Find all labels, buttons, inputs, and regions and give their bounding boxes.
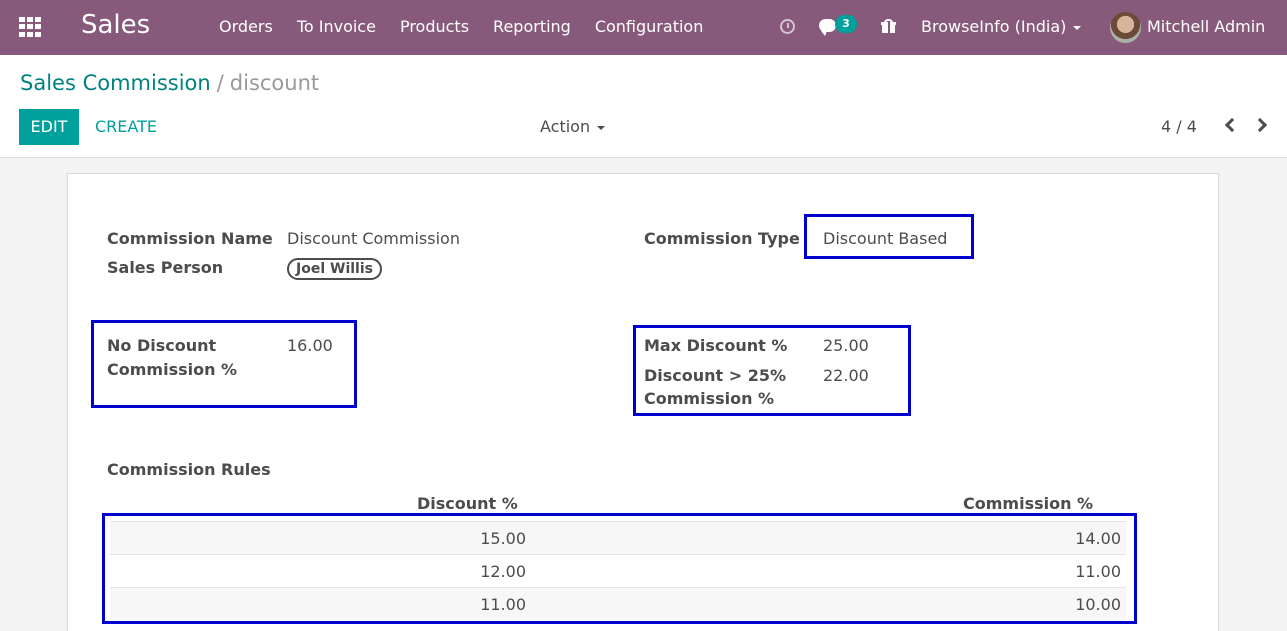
chevron-left-icon[interactable] [1224,117,1240,133]
commission-name-value: Discount Commission [287,229,460,248]
breadcrumb-separator: / [216,71,224,95]
main-menu: Orders To Invoice Products Reporting Con… [219,17,727,36]
edit-button[interactable]: EDIT [19,109,79,145]
highlight-box [633,325,911,416]
menu-item-products[interactable]: Products [400,17,469,36]
commission-type-label: Commission Type [644,229,800,248]
column-header-commission[interactable]: Commission % [963,494,1093,513]
apps-grid-icon[interactable] [19,17,41,37]
column-header-discount[interactable]: Discount % [417,494,518,513]
menu-item-configuration[interactable]: Configuration [595,17,704,36]
action-label: Action [540,117,591,136]
app-title: Sales [81,10,151,40]
gift-icon[interactable] [881,19,896,33]
action-dropdown[interactable]: Action [540,117,606,136]
menu-item-orders[interactable]: Orders [219,17,273,36]
chevron-right-icon[interactable] [1252,117,1268,133]
sales-person-tag[interactable]: Joel Willis [287,258,382,280]
top-navbar: Sales Orders To Invoice Products Reporti… [0,0,1287,55]
menu-item-to-invoice[interactable]: To Invoice [297,17,376,36]
breadcrumb: Sales Commission / discount [20,71,319,95]
chat-icon[interactable] [819,19,836,36]
commission-name-label: Commission Name [107,229,273,248]
commission-rules-title: Commission Rules [107,460,271,479]
chevron-down-icon [1073,25,1082,30]
breadcrumb-current: discount [229,71,320,95]
chat-count-badge: 3 [835,15,857,33]
breadcrumb-parent[interactable]: Sales Commission [20,71,211,95]
highlight-box [102,513,1137,624]
activity-clock-icon[interactable] [780,19,795,34]
user-menu[interactable]: Mitchell Admin [1147,17,1265,36]
control-panel: Sales Commission / discount EDIT CREATE Ac… [0,55,1287,158]
menu-item-reporting[interactable]: Reporting [493,17,571,36]
highlight-box [91,320,357,408]
chevron-down-icon [597,125,606,130]
company-switcher[interactable]: BrowseInfo (India) [921,17,1082,36]
sales-person-label: Sales Person [107,258,224,277]
create-button[interactable]: CREATE [95,117,157,136]
avatar[interactable] [1110,12,1141,43]
company-name: BrowseInfo (India) [921,17,1067,36]
pager-value: 4 / 4 [1161,117,1197,136]
highlight-box [804,214,974,259]
